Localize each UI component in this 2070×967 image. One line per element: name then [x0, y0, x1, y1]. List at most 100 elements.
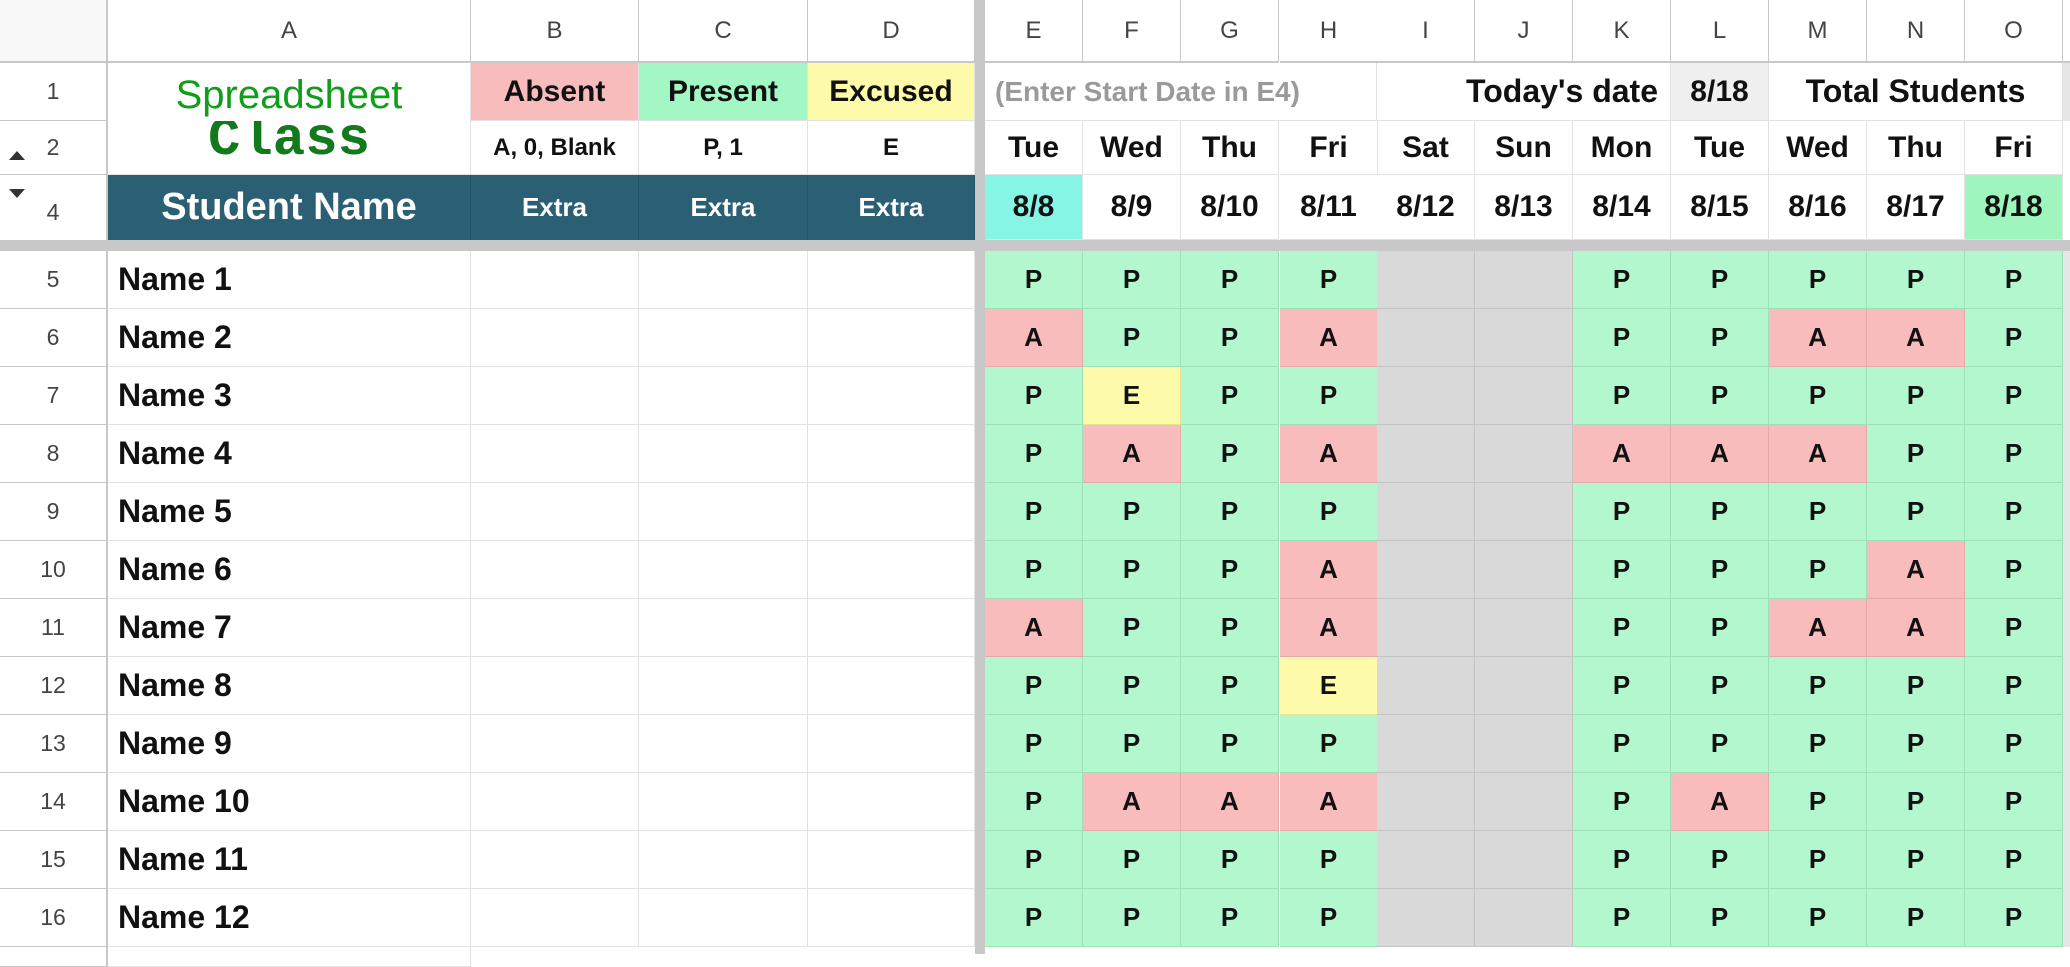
- weekend-cell[interactable]: [1475, 251, 1573, 309]
- column-header-f[interactable]: F: [1083, 0, 1181, 63]
- attendance-cell[interactable]: A: [1083, 425, 1181, 483]
- extra-cell[interactable]: [471, 251, 639, 309]
- attendance-cell[interactable]: P: [985, 251, 1083, 309]
- column-header-m[interactable]: M: [1769, 0, 1867, 63]
- weekend-cell[interactable]: [1377, 425, 1475, 483]
- student-name[interactable]: Name 8: [108, 657, 471, 715]
- attendance-cell[interactable]: P: [1965, 715, 2063, 773]
- attendance-cell[interactable]: A: [1083, 773, 1181, 831]
- attendance-cell[interactable]: P: [1083, 251, 1181, 309]
- extra-cell[interactable]: [471, 309, 639, 367]
- attendance-cell[interactable]: P: [1769, 251, 1867, 309]
- attendance-cell[interactable]: P: [1965, 251, 2063, 309]
- attendance-cell[interactable]: P: [1573, 657, 1671, 715]
- attendance-cell[interactable]: P: [1573, 367, 1671, 425]
- attendance-cell[interactable]: A: [1867, 541, 1965, 599]
- student-name[interactable]: Name 6: [108, 541, 471, 599]
- extra-cell[interactable]: [471, 425, 639, 483]
- extra-cell[interactable]: [808, 425, 975, 483]
- row-header-5[interactable]: 5: [0, 251, 108, 309]
- extra-cell[interactable]: [471, 483, 639, 541]
- attendance-cell[interactable]: P: [1867, 367, 1965, 425]
- attendance-cell[interactable]: P: [1083, 715, 1181, 773]
- attendance-cell[interactable]: P: [1965, 483, 2063, 541]
- frozen-columns-divider[interactable]: [975, 0, 985, 954]
- extra-cell[interactable]: [471, 599, 639, 657]
- attendance-cell[interactable]: P: [1671, 599, 1769, 657]
- attendance-cell[interactable]: P: [1769, 367, 1867, 425]
- attendance-cell[interactable]: P: [1573, 831, 1671, 889]
- extra-cell[interactable]: [639, 367, 808, 425]
- attendance-cell[interactable]: A: [1280, 773, 1378, 831]
- extra-cell[interactable]: [808, 831, 975, 889]
- attendance-cell[interactable]: P: [985, 425, 1083, 483]
- attendance-cell[interactable]: P: [1573, 599, 1671, 657]
- extra-cell[interactable]: [808, 657, 975, 715]
- column-header-a[interactable]: A: [108, 0, 471, 63]
- weekend-cell[interactable]: [1377, 483, 1475, 541]
- extra-cell[interactable]: [471, 367, 639, 425]
- attendance-cell[interactable]: P: [1573, 483, 1671, 541]
- extra-cell[interactable]: [808, 889, 975, 947]
- attendance-cell[interactable]: P: [1671, 309, 1769, 367]
- attendance-cell[interactable]: A: [1867, 599, 1965, 657]
- weekend-cell[interactable]: [1377, 309, 1475, 367]
- student-name[interactable]: Name 9: [108, 715, 471, 773]
- attendance-cell[interactable]: P: [985, 657, 1083, 715]
- attendance-cell[interactable]: P: [1083, 541, 1181, 599]
- weekend-cell[interactable]: [1377, 657, 1475, 715]
- weekend-cell[interactable]: [1377, 773, 1475, 831]
- date-cell[interactable]: 8/15: [1671, 175, 1769, 240]
- date-cell[interactable]: 8/13: [1475, 175, 1573, 240]
- extra-cell[interactable]: [808, 715, 975, 773]
- column-header-h[interactable]: H: [1280, 0, 1378, 63]
- attendance-cell[interactable]: P: [1965, 657, 2063, 715]
- attendance-cell[interactable]: P: [1965, 367, 2063, 425]
- attendance-cell[interactable]: P: [1769, 831, 1867, 889]
- weekend-cell[interactable]: [1377, 889, 1475, 947]
- attendance-cell[interactable]: P: [1671, 831, 1769, 889]
- extra-cell[interactable]: [639, 425, 808, 483]
- attendance-cell[interactable]: A: [1181, 773, 1279, 831]
- column-header-o[interactable]: O: [1965, 0, 2063, 63]
- attendance-cell[interactable]: P: [1280, 483, 1378, 541]
- attendance-cell[interactable]: P: [1181, 309, 1279, 367]
- row-header-1[interactable]: 1: [0, 63, 108, 121]
- attendance-cell[interactable]: P: [1867, 251, 1965, 309]
- attendance-cell[interactable]: P: [1573, 251, 1671, 309]
- attendance-cell[interactable]: P: [1965, 541, 2063, 599]
- extra-cell[interactable]: [639, 309, 808, 367]
- column-header-b[interactable]: B: [471, 0, 639, 63]
- attendance-cell[interactable]: P: [1867, 657, 1965, 715]
- weekend-cell[interactable]: [1475, 657, 1573, 715]
- attendance-cell[interactable]: P: [1671, 251, 1769, 309]
- attendance-cell[interactable]: P: [1965, 831, 2063, 889]
- attendance-cell[interactable]: P: [1083, 309, 1181, 367]
- attendance-cell[interactable]: P: [985, 483, 1083, 541]
- frozen-rows-divider[interactable]: [0, 240, 2070, 251]
- row-header-15[interactable]: 15: [0, 831, 108, 889]
- attendance-cell[interactable]: P: [1181, 889, 1279, 947]
- extra-cell[interactable]: [639, 715, 808, 773]
- attendance-cell[interactable]: P: [985, 889, 1083, 947]
- attendance-cell[interactable]: P: [1867, 715, 1965, 773]
- extra-cell[interactable]: [808, 541, 975, 599]
- attendance-cell[interactable]: P: [1181, 715, 1279, 773]
- attendance-cell[interactable]: A: [1573, 425, 1671, 483]
- row-header-4[interactable]: 4: [0, 175, 108, 240]
- expand-hidden-row-up-icon[interactable]: [9, 151, 25, 160]
- attendance-cell[interactable]: P: [1573, 309, 1671, 367]
- row-header-11[interactable]: 11: [0, 599, 108, 657]
- student-name[interactable]: Name 1: [108, 251, 471, 309]
- row-header-17[interactable]: [0, 947, 108, 967]
- empty-cell[interactable]: [108, 947, 471, 967]
- extra-cell[interactable]: [471, 541, 639, 599]
- column-header-d[interactable]: D: [808, 0, 975, 63]
- attendance-cell[interactable]: A: [1280, 599, 1378, 657]
- date-cell[interactable]: 8/16: [1769, 175, 1867, 240]
- weekend-cell[interactable]: [1377, 715, 1475, 773]
- attendance-cell[interactable]: P: [985, 715, 1083, 773]
- student-name[interactable]: Name 10: [108, 773, 471, 831]
- attendance-cell[interactable]: P: [1671, 657, 1769, 715]
- student-name[interactable]: Name 7: [108, 599, 471, 657]
